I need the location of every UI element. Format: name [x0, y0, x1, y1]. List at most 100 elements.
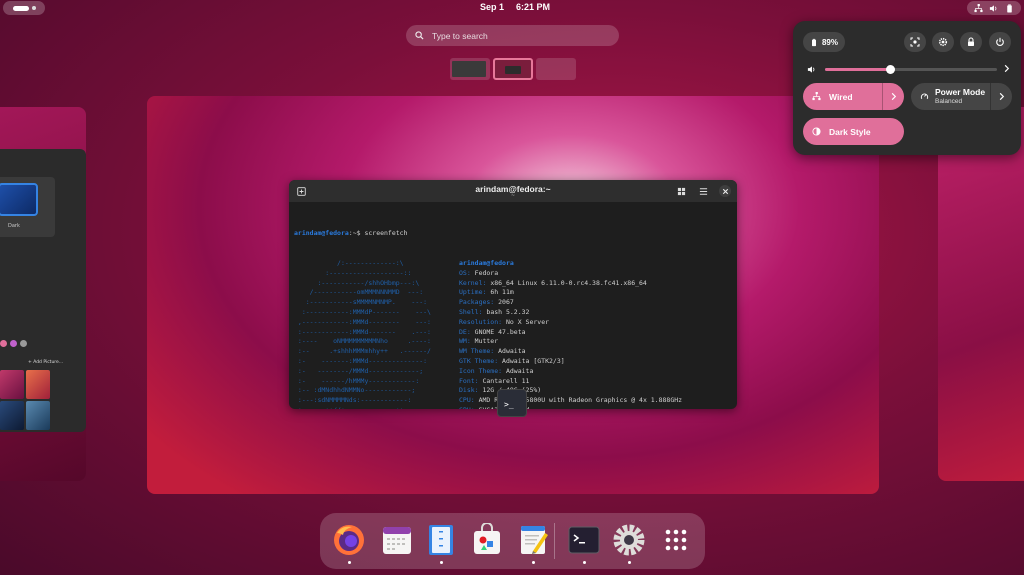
- power-mode-value: Balanced: [935, 97, 963, 105]
- system-info-key: OS:: [459, 268, 475, 277]
- screenshot-button[interactable]: [904, 32, 926, 52]
- wallpaper-thumb: [26, 401, 50, 430]
- terminal-badge-icon: >_: [504, 400, 514, 409]
- system-info-line: GTK Theme: Adwaita [GTK2/3]: [459, 357, 682, 367]
- close-button[interactable]: [719, 185, 731, 197]
- wired-label: Wired: [829, 91, 853, 102]
- wallpaper-grid: [0, 370, 50, 430]
- network-wired-icon: [812, 92, 821, 101]
- terminal-output[interactable]: arindam@fedora:~$ screenfetch /:--------…: [294, 209, 737, 409]
- lock-button[interactable]: [960, 32, 982, 52]
- wired-toggle[interactable]: Wired: [803, 83, 904, 110]
- workspace-thumbnail-2[interactable]: [493, 58, 533, 80]
- workspace-thumbnail-1[interactable]: [450, 58, 490, 80]
- system-info-value: bash 5.2.32: [486, 307, 530, 316]
- system-info-line: Icon Theme: Adwaita: [459, 367, 682, 377]
- workspace-left[interactable]: Dark + Add Picture...: [0, 107, 86, 481]
- system-info-line: OS: Fedora: [459, 269, 682, 279]
- system-info-value: Mutter: [474, 337, 499, 346]
- settings-icon[interactable]: [612, 523, 646, 557]
- swatch: [0, 340, 7, 347]
- app-grid-icon[interactable]: [659, 523, 693, 557]
- menu-button[interactable]: [697, 185, 709, 197]
- ascii-logo-line: :-----------:MMMdP------- ---\: [294, 307, 431, 316]
- terminal-icon[interactable]: [567, 523, 601, 557]
- wired-menu-arrow[interactable]: [882, 83, 904, 110]
- system-info-line: DE: GNOME 47.beta: [459, 328, 682, 338]
- files-icon[interactable]: [424, 523, 458, 557]
- power-mode-menu-arrow[interactable]: [990, 83, 1012, 110]
- clock[interactable]: Sep 1 6:21 PM: [470, 2, 560, 12]
- search-bar[interactable]: [406, 25, 619, 46]
- tab-overview-icon: [677, 187, 685, 195]
- network-wired-icon: [974, 3, 983, 12]
- ascii-logo-line: :-----------sMMMMNMNMP. ---:: [294, 298, 428, 307]
- search-input[interactable]: [432, 30, 602, 41]
- running-indicator: [532, 561, 535, 564]
- battery-icon: [1007, 3, 1012, 13]
- dark-style-toggle[interactable]: Dark Style: [803, 118, 904, 145]
- prompt-user: arindam@fedora: [294, 228, 349, 237]
- terminal-headerbar[interactable]: arindam@fedora:~ ~: [289, 180, 737, 202]
- power-profile-icon: [920, 93, 929, 100]
- quick-settings-panel: 89% Wired Power Mode Balanced Dark Style: [793, 21, 1021, 155]
- wallpaper-thumb: [0, 370, 24, 399]
- system-info-value: Adwaita: [498, 347, 526, 356]
- ascii-logo-line: :---:sdNMMMMNds:------------:: [294, 396, 412, 405]
- power-mode-toggle[interactable]: Power Mode Balanced: [911, 83, 1012, 110]
- close-icon: [722, 188, 728, 194]
- dark-style-preview: [0, 183, 38, 216]
- volume-slider-handle[interactable]: [886, 65, 896, 74]
- workspace-dot: [31, 6, 36, 10]
- power-off-button[interactable]: [989, 32, 1011, 52]
- ascii-logo-line: /-----------omMMMNNNMMD ---:: [294, 288, 424, 297]
- system-info-line: Packages: 2067: [459, 298, 682, 308]
- system-info-key: Kernel:: [459, 278, 491, 287]
- active-workspace-dot: [12, 5, 29, 11]
- calendar-icon[interactable]: [380, 523, 414, 557]
- chevron-right-icon[interactable]: [1002, 64, 1011, 73]
- system-info-line: Resolution: No X Server: [459, 318, 682, 328]
- gear-icon: [938, 37, 948, 47]
- lock-icon: [968, 37, 974, 46]
- text-editor-icon[interactable]: [517, 523, 551, 557]
- volume-icon: [807, 65, 815, 73]
- fedora-ascii-logo: /:-------------:\ :-------------------::…: [294, 259, 431, 409]
- clock-date: Sep 1: [479, 2, 504, 12]
- power-icon: [996, 37, 1004, 46]
- system-info-value: Fedora: [474, 268, 499, 277]
- firefox-icon[interactable]: [332, 523, 366, 557]
- ascii-logo-line: :------:://:-------------::: [294, 406, 431, 409]
- workspace-right[interactable]: [938, 107, 1024, 481]
- system-info-key: Packages:: [459, 298, 499, 307]
- ascii-logo-line: :-----------/shhOHbmp---:\: [294, 278, 420, 287]
- system-status-menu[interactable]: [967, 1, 1021, 15]
- battery-button[interactable]: 89%: [803, 32, 845, 52]
- workspace-thumbnail-3[interactable]: [536, 58, 576, 80]
- system-info-value: GNOME 47.beta: [474, 327, 526, 336]
- volume-slider[interactable]: [825, 65, 997, 74]
- system-info-key: WM:: [459, 337, 475, 346]
- ascii-logo-line: :- ------/hMMMy------------:: [294, 376, 420, 385]
- window-preview: [452, 61, 486, 77]
- software-icon[interactable]: [470, 523, 504, 557]
- power-mode-text: Power Mode Balanced: [935, 87, 985, 106]
- running-indicator: [583, 561, 586, 564]
- system-info: arindam@fedora OS: Fedora Kernel: x86_64 L…: [459, 259, 682, 409]
- ascii-logo-line: :- -------:MMMd--------------:: [294, 356, 428, 365]
- system-info-line: CPU: AMD Ryzen 7 5800U with Radeon Graph…: [459, 396, 682, 406]
- prompt-path: :~$: [348, 228, 365, 237]
- settings-button[interactable]: [932, 32, 954, 52]
- tab-overview-button[interactable]: [675, 185, 687, 197]
- screenfetch-output: /:-------------:\ :-------------------::…: [294, 259, 737, 409]
- volume-slider-row: [807, 63, 1011, 75]
- ascii-logo-line: :- --------/MMMd-------------;: [294, 366, 424, 375]
- terminal-window[interactable]: arindam@fedora:~ ~ arindam@fedora:~$ scr…: [289, 180, 737, 409]
- swatch: [10, 340, 17, 347]
- system-info-key: CPU:: [459, 396, 479, 405]
- system-info-value: 2067: [498, 298, 514, 307]
- system-info-value: No X Server: [505, 317, 550, 326]
- activities-indicator[interactable]: [3, 1, 45, 15]
- ascii-logo-line: /:-------------:\: [294, 258, 404, 267]
- system-info-key: Font:: [459, 376, 483, 385]
